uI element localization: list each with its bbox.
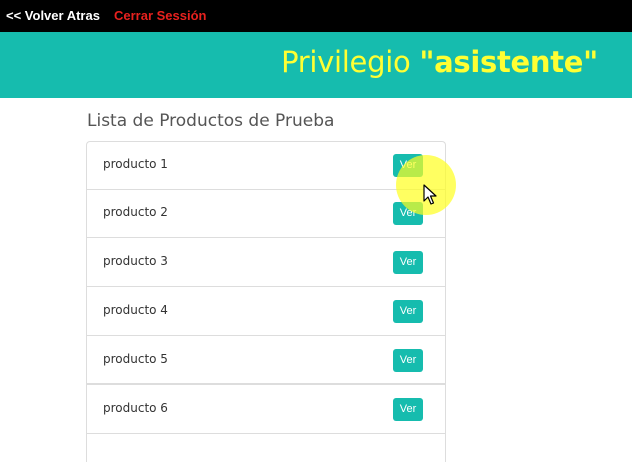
product-name: producto 4	[103, 303, 168, 317]
list-item: producto 1 Ver	[87, 142, 445, 190]
list-heading: Lista de Productos de Prueba	[87, 111, 335, 131]
top-nav-bar: << Volver Atras Cerrar Sessión	[0, 0, 632, 32]
view-button[interactable]: Ver	[393, 349, 423, 372]
list-item: producto 6 Ver	[87, 386, 445, 434]
list-item: producto 4 Ver	[87, 288, 445, 336]
view-button[interactable]: Ver	[393, 398, 423, 421]
view-button[interactable]: Ver	[393, 300, 423, 323]
product-name: producto 1	[103, 157, 168, 171]
product-name: producto 3	[103, 254, 168, 268]
product-name: producto 5	[103, 352, 168, 366]
role-name: "asistente"	[419, 45, 598, 79]
page-banner: Privilegio "asistente"	[0, 32, 632, 98]
product-list: producto 1 Ver producto 2 Ver producto 3…	[86, 141, 446, 462]
product-name: producto 2	[103, 205, 168, 219]
view-button[interactable]: Ver	[393, 251, 423, 274]
list-item: producto 3 Ver	[87, 239, 445, 287]
list-item: producto 2 Ver	[87, 190, 445, 238]
logout-link[interactable]: Cerrar Sessión	[114, 8, 207, 23]
list-item: producto 5 Ver	[87, 337, 445, 385]
product-name: producto 6	[103, 401, 168, 415]
back-link[interactable]: << Volver Atras	[6, 8, 100, 23]
privilege-label: Privilegio	[281, 45, 411, 79]
page-title: Privilegio "asistente"	[281, 45, 598, 79]
mouse-pointer-icon	[423, 184, 437, 205]
